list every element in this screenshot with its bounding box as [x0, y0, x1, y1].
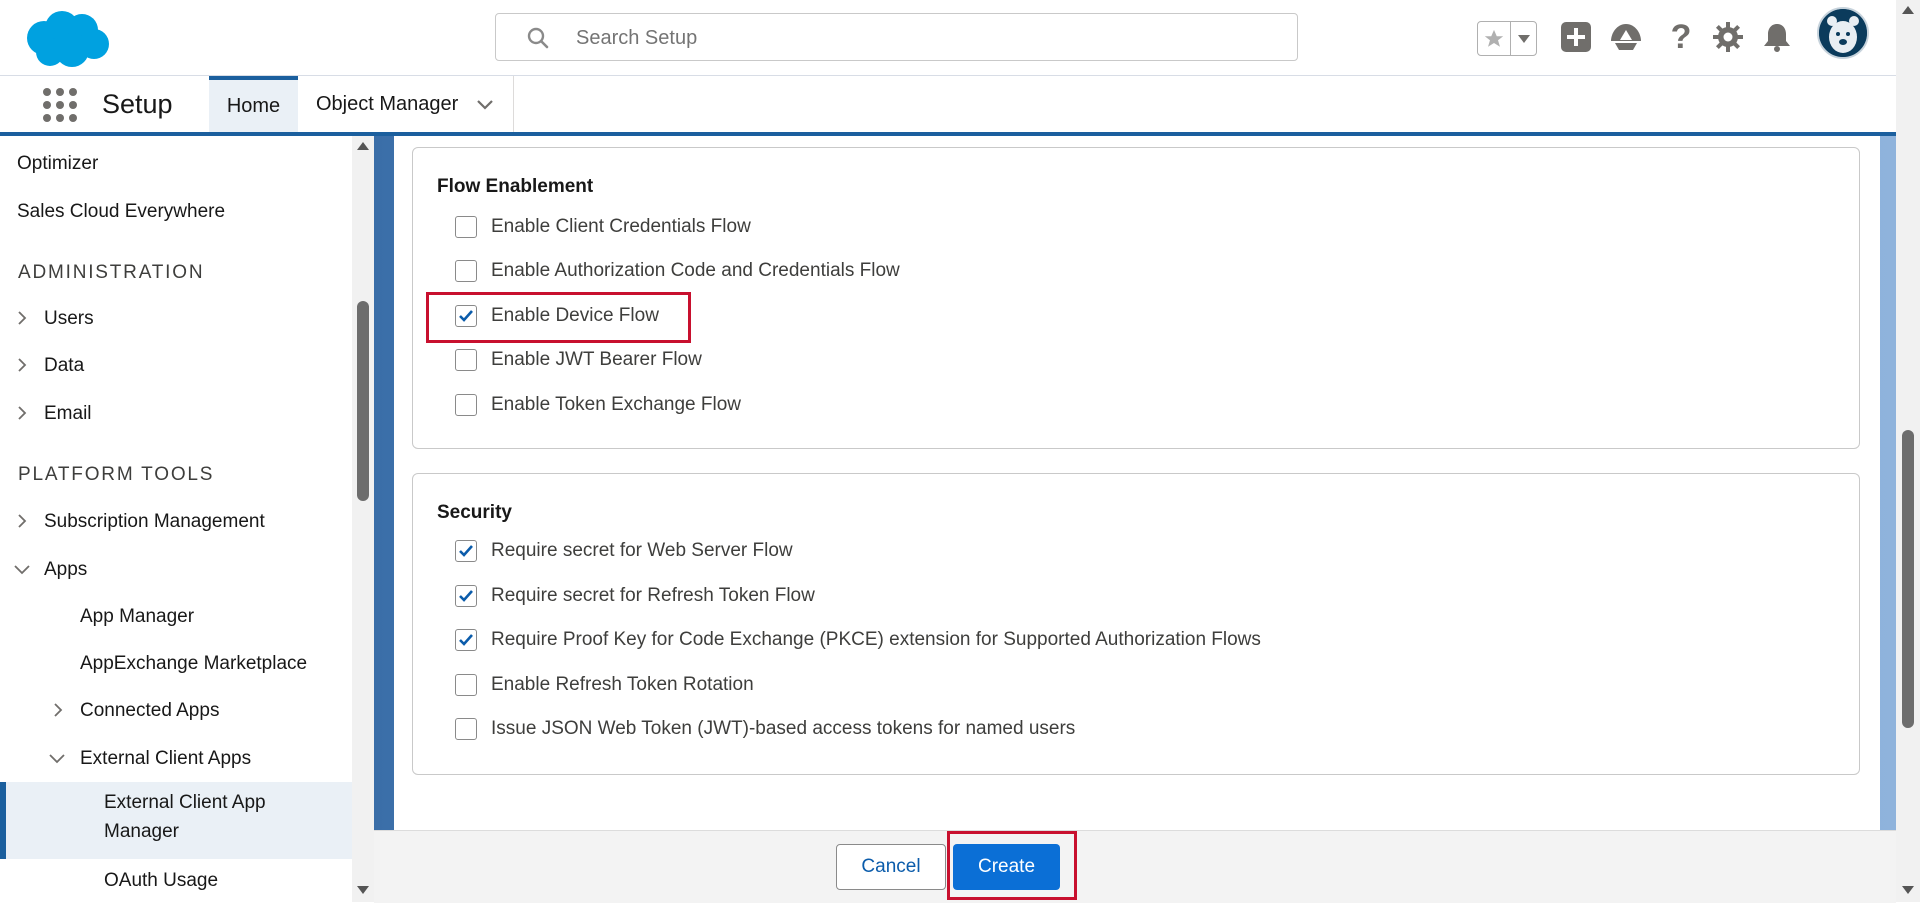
favorites-group	[1477, 21, 1537, 56]
chevron-right-icon[interactable]	[15, 358, 29, 372]
scroll-up-arrow-icon[interactable]	[357, 142, 369, 150]
chevron-right-icon[interactable]	[15, 514, 29, 528]
checkbox[interactable]	[455, 629, 477, 651]
sidebar-item-email[interactable]: Email	[44, 402, 92, 426]
sidebar-item-users[interactable]: Users	[44, 307, 94, 331]
cancel-button[interactable]: Cancel	[836, 844, 946, 890]
sidebar-item-sales-cloud-everywhere[interactable]: Sales Cloud Everywhere	[17, 200, 225, 224]
app-name: Setup	[102, 89, 173, 119]
chevron-right-icon[interactable]	[15, 311, 29, 325]
sidebar-item-appexchange-marketplace[interactable]: AppExchange Marketplace	[80, 652, 307, 676]
scroll-down-arrow-icon[interactable]	[1902, 886, 1914, 894]
global-actions-add-icon[interactable]	[1557, 18, 1595, 56]
chevron-down-icon[interactable]	[14, 562, 30, 576]
setup-sidebar: Optimizer Sales Cloud Everywhere ADMINIS…	[0, 136, 352, 902]
sidebar-scrollbar[interactable]	[352, 136, 374, 902]
section-title: Security	[437, 502, 512, 523]
checkbox[interactable]	[455, 718, 477, 740]
sidebar-item-app-manager[interactable]: App Manager	[80, 605, 194, 629]
global-header: ?	[0, 0, 1896, 76]
scrollbar-thumb[interactable]	[357, 301, 369, 501]
checkbox-row[interactable]: Enable JWT Bearer Flow	[455, 346, 702, 374]
chevron-down-icon[interactable]	[475, 94, 495, 120]
app-launcher-icon[interactable]	[43, 88, 77, 122]
help-icon[interactable]: ?	[1662, 18, 1700, 56]
section-title: Flow Enablement	[437, 176, 594, 197]
search-icon	[526, 26, 550, 50]
sidebar-item-subscription-management[interactable]: Subscription Management	[44, 510, 265, 534]
page-scrollbar[interactable]	[1896, 0, 1920, 902]
tab-object-manager[interactable]: Object Manager	[298, 76, 514, 132]
checkbox[interactable]	[455, 585, 477, 607]
search-box[interactable]	[495, 13, 1298, 61]
checkbox-label: Enable Client Credentials Flow	[491, 216, 751, 237]
checkbox-row[interactable]: Issue JSON Web Token (JWT)-based access …	[455, 715, 1075, 743]
tab-home[interactable]: Home	[209, 76, 298, 132]
favorites-star-icon[interactable]	[1478, 22, 1512, 55]
checkbox-label: Enable Token Exchange Flow	[491, 394, 741, 415]
checkbox[interactable]	[455, 260, 477, 282]
sidebar-section-administration: ADMINISTRATION	[18, 262, 205, 283]
checkbox-label: Require secret for Refresh Token Flow	[491, 585, 815, 606]
checkbox-label: Enable Authorization Code and Credential…	[491, 260, 900, 281]
sidebar-item-label: External Client App	[104, 792, 266, 813]
checkbox[interactable]	[455, 674, 477, 696]
sidebar-section-platform-tools: PLATFORM TOOLS	[18, 464, 215, 485]
checkbox-row[interactable]: Require Proof Key for Code Exchange (PKC…	[455, 626, 1261, 654]
salesforce-cloud-logo[interactable]	[22, 8, 112, 72]
checkmark-icon	[459, 634, 473, 646]
sidebar-item-connected-apps[interactable]: Connected Apps	[80, 699, 219, 723]
chevron-right-icon[interactable]	[51, 703, 65, 717]
checkmark-icon	[459, 545, 473, 557]
trailhead-icon[interactable]	[1607, 18, 1645, 56]
checkbox[interactable]	[455, 216, 477, 238]
checkbox-row[interactable]: Enable Refresh Token Rotation	[455, 671, 754, 699]
action-footer	[374, 830, 1896, 903]
scrollbar-thumb[interactable]	[1902, 430, 1914, 728]
sidebar-item-external-client-app-manager[interactable]: External Client App Manager	[0, 782, 352, 859]
checkbox[interactable]	[455, 540, 477, 562]
sidebar-item-optimizer[interactable]: Optimizer	[17, 152, 98, 176]
checkbox-label: Issue JSON Web Token (JWT)-based access …	[491, 718, 1076, 739]
security-section: Security Require secret for Web Server F…	[412, 473, 1860, 775]
checkbox-row[interactable]: Enable Authorization Code and Credential…	[455, 257, 900, 285]
scroll-down-arrow-icon[interactable]	[357, 886, 369, 894]
tab-object-manager-label: Object Manager	[316, 92, 459, 115]
setup-gear-icon[interactable]	[1709, 18, 1747, 56]
checkbox-row[interactable]: Enable Token Exchange Flow	[455, 391, 741, 419]
search-input[interactable]	[574, 22, 1278, 54]
checkbox-label: Enable Refresh Token Rotation	[491, 674, 754, 695]
checkbox-row[interactable]: Enable Client Credentials Flow	[455, 213, 751, 241]
annotation-highlight-box	[947, 831, 1077, 900]
checkmark-icon	[459, 590, 473, 602]
sidebar-item-external-client-apps[interactable]: External Client Apps	[80, 747, 251, 771]
checkbox[interactable]	[455, 394, 477, 416]
scroll-up-arrow-icon[interactable]	[1902, 6, 1914, 14]
sidebar-item-label: Manager	[104, 821, 179, 842]
chevron-down-icon[interactable]	[49, 751, 65, 765]
checkbox-row[interactable]: Require secret for Web Server Flow	[455, 537, 793, 565]
checkbox[interactable]	[455, 349, 477, 371]
checkbox-row[interactable]: Require secret for Refresh Token Flow	[455, 582, 815, 610]
annotation-highlight-box	[426, 292, 691, 343]
chevron-right-icon[interactable]	[15, 406, 29, 420]
favorites-dropdown-icon[interactable]	[1511, 22, 1536, 55]
checkbox-label: Require secret for Web Server Flow	[491, 540, 793, 561]
user-avatar[interactable]	[1817, 7, 1869, 59]
sidebar-item-oauth-usage[interactable]: OAuth Usage	[104, 869, 218, 893]
checkbox-label: Enable JWT Bearer Flow	[491, 349, 702, 370]
app-nav-bar: Setup Home Object Manager	[0, 76, 1896, 136]
notifications-bell-icon[interactable]	[1758, 18, 1796, 56]
sidebar-item-apps[interactable]: Apps	[44, 558, 87, 582]
sidebar-item-data[interactable]: Data	[44, 354, 84, 378]
checkbox-label: Require Proof Key for Code Exchange (PKC…	[491, 629, 1261, 650]
